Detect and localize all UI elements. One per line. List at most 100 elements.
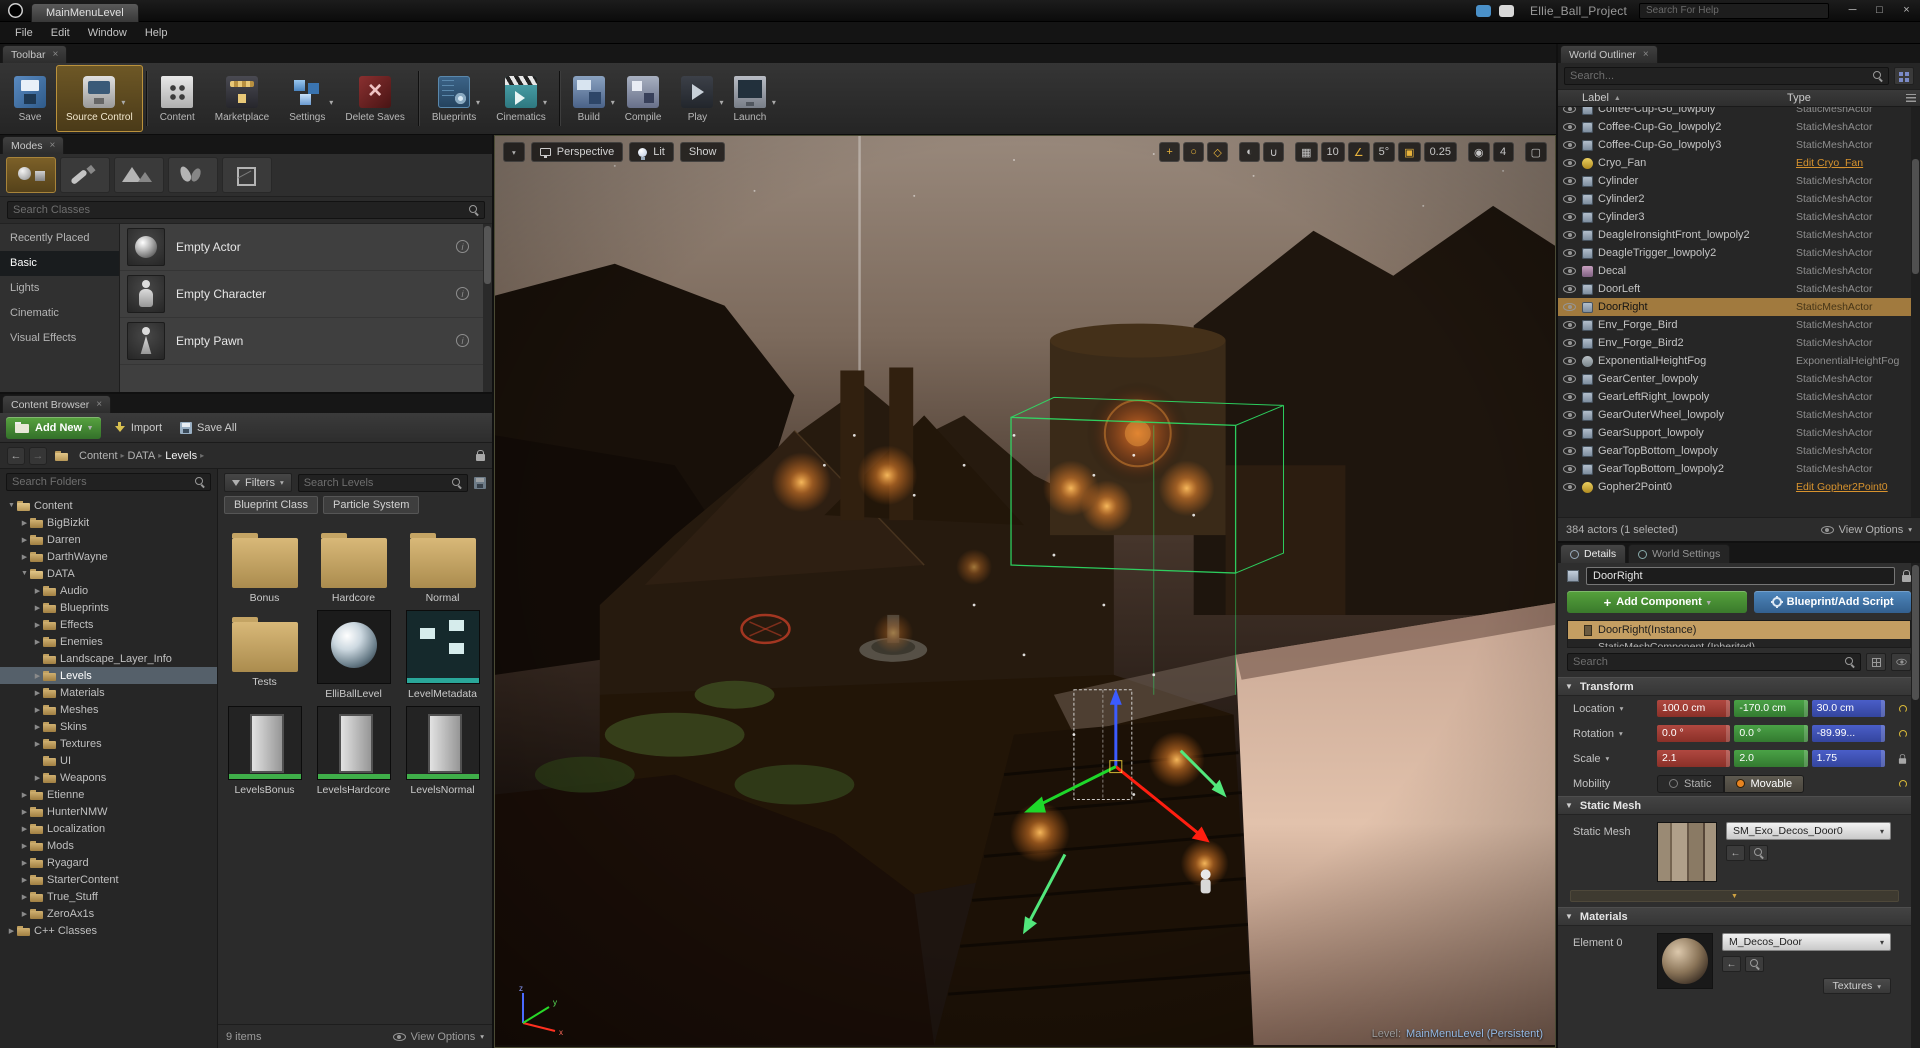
filters-button[interactable]: Filters ▾ bbox=[224, 473, 292, 492]
translate-tool-button[interactable]: + bbox=[1159, 142, 1180, 162]
actor-row-coffee-cup-go-lowpoly2[interactable]: Coffee-Cup-Go_lowpoly2 StaticMeshActor bbox=[1558, 118, 1920, 136]
folder-mods[interactable]: ▶ Mods bbox=[0, 837, 217, 854]
reset-mobility-icon[interactable] bbox=[1899, 780, 1907, 788]
static-mesh-section-header[interactable]: ▼ Static Mesh bbox=[1558, 796, 1911, 815]
folder-hunternmw[interactable]: ▶ HunterNMW bbox=[0, 803, 217, 820]
visibility-eye-icon[interactable] bbox=[1563, 465, 1576, 473]
surface-snap-button[interactable]: ∪ bbox=[1263, 142, 1284, 162]
actor-row-gearouterwheel-lowpoly[interactable]: GearOuterWheel_lowpoly StaticMeshActor bbox=[1558, 406, 1920, 424]
expander-icon[interactable]: ▶ bbox=[32, 604, 43, 612]
show-button[interactable]: Show bbox=[680, 142, 726, 162]
folder-etienne[interactable]: ▶ Etienne bbox=[0, 786, 217, 803]
placeable-empty-actor[interactable]: Empty Actor bbox=[120, 224, 483, 271]
menu-help[interactable]: Help bbox=[136, 24, 177, 42]
actor-row-exponentialheightfog[interactable]: ExponentialHeightFog ExponentialHeightFo… bbox=[1558, 352, 1920, 370]
material-combo[interactable]: M_Decos_Door ▾ bbox=[1722, 933, 1891, 951]
rotation-x-field[interactable]: 0.0 ° bbox=[1657, 725, 1730, 742]
back-button[interactable]: ← bbox=[7, 447, 25, 465]
component-inherited-row[interactable]: StaticMeshComponent (Inherited) bbox=[1568, 639, 1910, 648]
use-selected-asset-button[interactable]: ← bbox=[1722, 956, 1741, 972]
actor-row-cylinder[interactable]: Cylinder StaticMeshActor bbox=[1558, 172, 1920, 190]
folder-darthwayne[interactable]: ▶ DarthWayne bbox=[0, 548, 217, 565]
lock-icon[interactable] bbox=[476, 450, 485, 462]
static-mesh-thumbnail[interactable] bbox=[1657, 822, 1717, 882]
search-assets-input[interactable] bbox=[304, 477, 448, 489]
close-icon[interactable]: × bbox=[96, 399, 102, 410]
actor-row-geartopbottom-lowpoly[interactable]: GearTopBottom_lowpoly StaticMeshActor bbox=[1558, 442, 1920, 460]
visibility-eye-icon[interactable] bbox=[1563, 123, 1576, 131]
asset-levelmetadata[interactable]: LevelMetadata bbox=[398, 610, 487, 700]
toolbar-settings-button[interactable]: ▾ Settings bbox=[279, 65, 335, 132]
expander-icon[interactable]: ▶ bbox=[19, 553, 30, 561]
expander-icon[interactable]: ▼ bbox=[19, 570, 30, 577]
material-thumbnail[interactable] bbox=[1657, 933, 1713, 989]
tab-world-settings[interactable]: World Settings bbox=[1628, 544, 1730, 563]
tab-world-outliner[interactable]: World Outliner × bbox=[1560, 45, 1658, 63]
folder-startercontent[interactable]: ▶ StarterContent bbox=[0, 871, 217, 888]
details-search-input[interactable] bbox=[1573, 656, 1841, 668]
mode-tool-geometry[interactable] bbox=[222, 157, 272, 193]
actor-row-gearleftright-lowpoly[interactable]: GearLeftRight_lowpoly StaticMeshActor bbox=[1558, 388, 1920, 406]
column-options-icon[interactable] bbox=[1906, 94, 1916, 102]
expander-icon[interactable]: ▶ bbox=[6, 927, 17, 935]
outliner-search-input[interactable] bbox=[1570, 70, 1869, 82]
label-column-header[interactable]: Label ▲ bbox=[1582, 92, 1787, 104]
visibility-eye-icon[interactable] bbox=[1563, 213, 1576, 221]
location-z-field[interactable]: 30.0 cm bbox=[1812, 700, 1885, 717]
expander-icon[interactable]: ▶ bbox=[32, 638, 43, 646]
actor-row-coffee-cup-go-lowpoly3[interactable]: Coffee-Cup-Go_lowpoly3 StaticMeshActor bbox=[1558, 136, 1920, 154]
actor-row-decal[interactable]: Decal StaticMeshActor bbox=[1558, 262, 1920, 280]
actor-row-env-forge-bird[interactable]: Env_Forge_Bird StaticMeshActor bbox=[1558, 316, 1920, 334]
location-x-field[interactable]: 100.0 cm bbox=[1657, 700, 1730, 717]
scale-tool-button[interactable]: ◇ bbox=[1207, 142, 1228, 162]
location-label[interactable]: Location▾ bbox=[1573, 703, 1657, 715]
menu-window[interactable]: Window bbox=[79, 24, 136, 42]
visibility-eye-icon[interactable] bbox=[1563, 159, 1576, 167]
view-options-button[interactable]: View Options bbox=[411, 1031, 476, 1043]
info-icon[interactable] bbox=[456, 240, 469, 253]
toolbar-marketplace-button[interactable]: Marketplace bbox=[205, 65, 279, 132]
textures-dropdown-button[interactable]: Textures ▾ bbox=[1823, 978, 1891, 994]
folder-bigbizkit[interactable]: ▶ BigBizkit bbox=[0, 514, 217, 531]
mode-tool-landscape[interactable] bbox=[114, 157, 164, 193]
display-filter-button[interactable] bbox=[1891, 653, 1911, 671]
toolbar-save-button[interactable]: Save bbox=[4, 65, 56, 132]
browse-to-asset-button[interactable] bbox=[1749, 845, 1768, 861]
folder-textures[interactable]: ▶ Textures bbox=[0, 735, 217, 752]
expander-icon[interactable]: ▶ bbox=[32, 672, 43, 680]
actor-row-doorleft[interactable]: DoorLeft StaticMeshActor bbox=[1558, 280, 1920, 298]
type-column-header[interactable]: Type bbox=[1787, 92, 1920, 104]
actor-type[interactable]: Edit Cryo_Fan bbox=[1796, 157, 1920, 169]
mode-tool-place[interactable] bbox=[6, 157, 56, 193]
maximize-button[interactable]: □ bbox=[1866, 1, 1893, 21]
actor-row-cylinder3[interactable]: Cylinder3 StaticMeshActor bbox=[1558, 208, 1920, 226]
expander-icon[interactable]: ▼ bbox=[6, 502, 17, 509]
level-tab[interactable]: MainMenuLevel bbox=[31, 3, 139, 22]
outliner-filters-icon[interactable] bbox=[1894, 67, 1914, 85]
expander-icon[interactable]: ▶ bbox=[32, 621, 43, 629]
mode-tool-paint[interactable] bbox=[60, 157, 110, 193]
visibility-eye-icon[interactable] bbox=[1563, 107, 1576, 113]
actor-row-deagletrigger-lowpoly2[interactable]: DeagleTrigger_lowpoly2 StaticMeshActor bbox=[1558, 244, 1920, 262]
visibility-eye-icon[interactable] bbox=[1563, 411, 1576, 419]
asset-elliballlevel[interactable]: ElliBallLevel bbox=[309, 610, 398, 700]
tab-content-browser[interactable]: Content Browser × bbox=[2, 395, 111, 413]
expander-icon[interactable]: ▶ bbox=[19, 910, 30, 918]
location-y-field[interactable]: -170.0 cm bbox=[1734, 700, 1807, 717]
expander-icon[interactable]: ▶ bbox=[19, 791, 30, 799]
actor-row-gopher2point0[interactable]: Gopher2Point0 Edit Gopher2Point0 bbox=[1558, 478, 1920, 496]
maximize-viewport-button[interactable]: ▢ bbox=[1525, 142, 1547, 162]
expander-icon[interactable]: ▶ bbox=[19, 825, 30, 833]
actor-row-doorright[interactable]: DoorRight StaticMeshActor bbox=[1558, 298, 1920, 316]
static-mesh-combo[interactable]: SM_Exo_Decos_Door0 ▾ bbox=[1726, 822, 1891, 840]
toolbar-launch-button[interactable]: ▾ Launch bbox=[723, 65, 776, 132]
expander-icon[interactable]: ▶ bbox=[19, 893, 30, 901]
visibility-eye-icon[interactable] bbox=[1563, 357, 1576, 365]
visibility-eye-icon[interactable] bbox=[1563, 231, 1576, 239]
menu-edit[interactable]: Edit bbox=[42, 24, 79, 42]
folder-ui[interactable]: UI bbox=[0, 752, 217, 769]
camera-speed-value[interactable]: 4 bbox=[1493, 142, 1514, 162]
blueprint-add-script-button[interactable]: Blueprint/Add Script bbox=[1754, 591, 1911, 613]
rotation-label[interactable]: Rotation▾ bbox=[1573, 728, 1657, 740]
folder-localization[interactable]: ▶ Localization bbox=[0, 820, 217, 837]
